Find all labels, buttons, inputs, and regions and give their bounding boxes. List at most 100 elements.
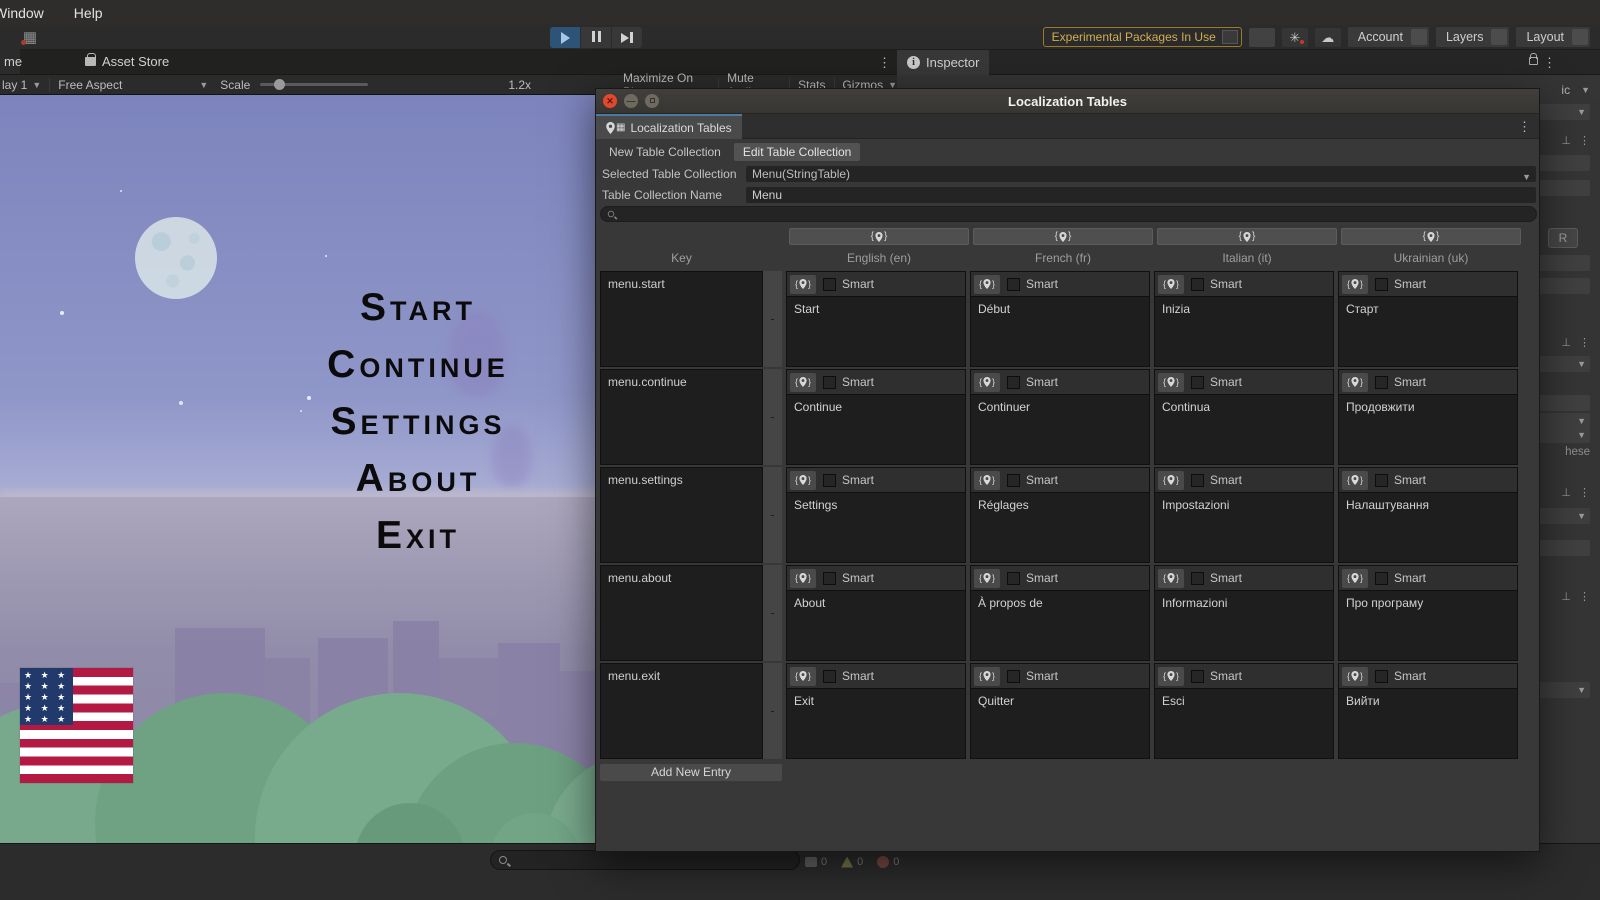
smart-checkbox[interactable] [823, 572, 836, 585]
translation-text-area[interactable]: Exit [786, 688, 966, 759]
metadata-pin-button[interactable]: {} [790, 373, 816, 392]
key-cell[interactable]: menu.exit [600, 663, 763, 759]
remove-entry-button[interactable]: - [770, 412, 774, 422]
bottom-search-input[interactable] [490, 850, 800, 870]
console-errors-badge[interactable]: 0 [877, 856, 899, 868]
translation-text-area[interactable]: Про програму [1338, 590, 1518, 661]
translation-text-area[interactable]: Settings [786, 492, 966, 563]
cloud-icon[interactable]: ☁ [1315, 28, 1341, 47]
metadata-pin-button[interactable]: {} [1158, 471, 1184, 490]
metadata-pin-button[interactable]: {} [1158, 373, 1184, 392]
kebab-icon[interactable]: ⋮ [1579, 134, 1590, 147]
account-dropdown[interactable]: Account [1348, 27, 1429, 47]
metadata-pin-button[interactable]: {} [790, 275, 816, 294]
console-warnings-badge[interactable]: 0 [841, 856, 863, 868]
window-menu-icon[interactable]: ⋮ [1518, 114, 1531, 139]
translation-text-area[interactable]: Продовжити [1338, 394, 1518, 465]
smart-checkbox[interactable] [823, 376, 836, 389]
column-settings-button[interactable]: {} [789, 228, 969, 245]
preset-controls[interactable]: ⊥⋮ [1538, 132, 1590, 148]
inspector-field[interactable] [1538, 180, 1590, 196]
metadata-pin-button[interactable]: {} [790, 569, 816, 588]
smart-checkbox[interactable] [1375, 670, 1388, 683]
inspector-dropdown[interactable]: ▼ [1538, 104, 1590, 120]
translation-text-area[interactable]: Налаштування [1338, 492, 1518, 563]
metadata-pin-button[interactable]: {} [974, 471, 1000, 490]
kebab-icon[interactable]: ⋮ [1579, 486, 1590, 499]
metadata-pin-button[interactable]: {} [974, 275, 1000, 294]
console-messages-badge[interactable]: 0 [805, 856, 827, 868]
tab-asset-store[interactable]: Asset Store [75, 49, 179, 74]
remove-entry-button[interactable]: - [770, 510, 774, 520]
collection-name-input[interactable]: Menu [746, 187, 1536, 203]
key-cell[interactable]: menu.continue [600, 369, 763, 465]
game-menu-settings[interactable]: Settings [253, 393, 583, 450]
translation-text-area[interactable]: Début [970, 296, 1150, 367]
menu-window[interactable]: Window [0, 5, 44, 21]
smart-checkbox[interactable] [823, 278, 836, 291]
smart-checkbox[interactable] [1191, 572, 1204, 585]
preset-controls[interactable]: ⊥⋮ [1538, 484, 1590, 500]
translation-text-area[interactable]: Continua [1154, 394, 1334, 465]
column-settings-button[interactable]: {} [1341, 228, 1521, 245]
smart-checkbox[interactable] [823, 474, 836, 487]
game-menu-exit[interactable]: Exit [253, 507, 583, 564]
metadata-pin-button[interactable]: {} [790, 667, 816, 686]
inspector-dropdown[interactable]: ▼ [1538, 427, 1590, 443]
scale-slider-knob[interactable] [274, 79, 285, 90]
inspector-dropdown[interactable]: ▼ [1538, 356, 1590, 372]
metadata-pin-button[interactable]: {} [1158, 667, 1184, 686]
tab-game[interactable]: me [0, 49, 20, 74]
pause-button[interactable] [581, 27, 611, 48]
key-cell[interactable]: menu.settings [600, 467, 763, 563]
smart-checkbox[interactable] [1375, 572, 1388, 585]
translation-text-area[interactable]: Inizia [1154, 296, 1334, 367]
inspector-dropdown[interactable]: ▼ [1538, 508, 1590, 524]
grid-snap-icon[interactable]: ▦ [16, 27, 44, 48]
translation-text-area[interactable]: À propos de [970, 590, 1150, 661]
metadata-pin-button[interactable]: {} [974, 667, 1000, 686]
tab-inspector[interactable]: i Inspector [897, 50, 989, 75]
preset-controls[interactable]: ⊥⋮ [1538, 588, 1590, 604]
aspect-dropdown[interactable]: Free Aspect▼ [58, 78, 208, 92]
translation-text-area[interactable]: Informazioni [1154, 590, 1334, 661]
game-menu-continue[interactable]: Continue [253, 336, 583, 393]
layout-dropdown[interactable]: Layout [1516, 27, 1590, 47]
key-cell[interactable]: menu.about [600, 565, 763, 661]
step-button[interactable] [612, 27, 642, 48]
experimental-packages-chip[interactable]: Experimental Packages In Use [1043, 27, 1242, 47]
smart-checkbox[interactable] [823, 670, 836, 683]
inspector-field[interactable] [1538, 540, 1590, 556]
translation-text-area[interactable]: About [786, 590, 966, 661]
smart-checkbox[interactable] [1375, 376, 1388, 389]
layers-dropdown[interactable]: Layers [1436, 27, 1510, 47]
translation-text-area[interactable]: Esci [1154, 688, 1334, 759]
add-new-entry-button[interactable]: Add New Entry [600, 764, 782, 781]
inspector-field[interactable] [1538, 278, 1590, 294]
game-menu-about[interactable]: About [253, 450, 583, 507]
translation-text-area[interactable]: Continuer [970, 394, 1150, 465]
maximize-button[interactable] [645, 94, 659, 108]
display-dropdown[interactable]: lay 1▼ [0, 78, 41, 92]
preset-controls[interactable]: ⊥⋮ [1538, 334, 1590, 350]
kebab-icon[interactable]: ⋮ [1579, 336, 1590, 349]
smart-checkbox[interactable] [1191, 670, 1204, 683]
table-search-input[interactable] [600, 206, 1537, 222]
smart-checkbox[interactable] [1191, 278, 1204, 291]
smart-checkbox[interactable] [1191, 376, 1204, 389]
metadata-pin-button[interactable]: {} [974, 569, 1000, 588]
selected-collection-dropdown[interactable]: Menu(StringTable) ▼ [746, 166, 1536, 182]
play-button[interactable] [550, 27, 580, 48]
lock-icon[interactable] [1529, 57, 1538, 65]
tab-localization-tables[interactable]: ▦ Localization Tables [596, 114, 742, 139]
close-button[interactable]: ✕ [603, 94, 617, 108]
inspector-dropdown[interactable]: ▼ [1538, 682, 1590, 698]
translation-text-area[interactable]: Start [786, 296, 966, 367]
smart-checkbox[interactable] [1007, 376, 1020, 389]
translation-text-area[interactable]: Вийти [1338, 688, 1518, 759]
remove-entry-button[interactable]: - [770, 608, 774, 618]
static-dropdown[interactable]: ic▼ [1538, 82, 1590, 98]
smart-checkbox[interactable] [1007, 278, 1020, 291]
remove-entry-button[interactable]: - [770, 314, 774, 324]
scale-slider[interactable] [260, 83, 368, 86]
